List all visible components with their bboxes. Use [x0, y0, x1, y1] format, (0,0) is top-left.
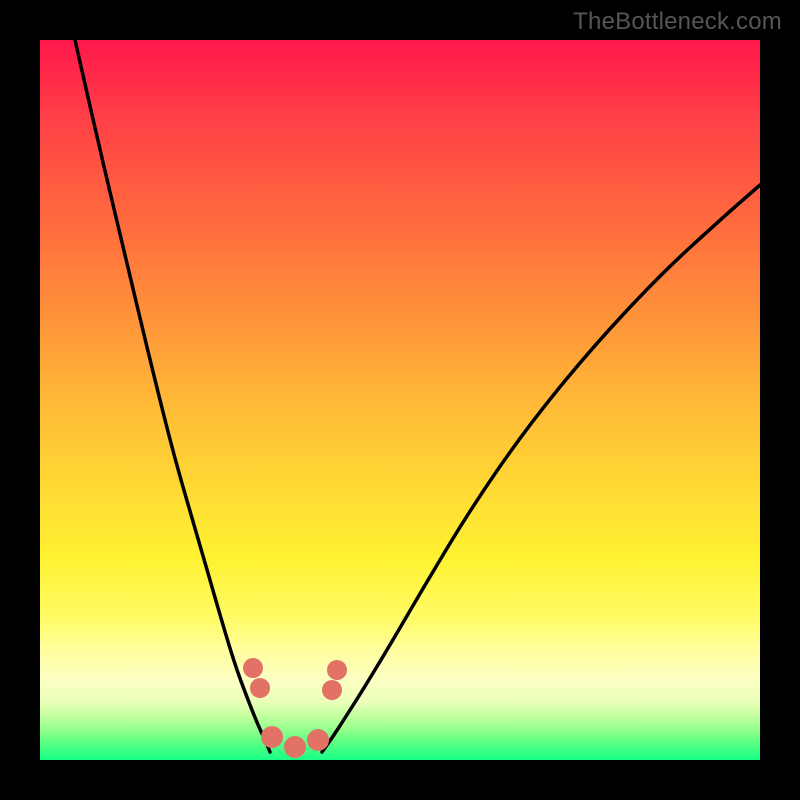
- chart-frame: TheBottleneck.com: [0, 0, 800, 800]
- marker-group: [243, 658, 347, 758]
- marker-right-lower: [322, 680, 342, 700]
- marker-left-lower: [250, 678, 270, 698]
- curve-right: [322, 185, 760, 752]
- curve-left: [75, 40, 270, 752]
- marker-bottom-mid: [284, 736, 306, 758]
- marker-left-foot: [261, 726, 283, 748]
- curve-layer: [40, 40, 760, 760]
- marker-right-upper: [327, 660, 347, 680]
- marker-right-foot: [307, 729, 329, 751]
- marker-left-upper: [243, 658, 263, 678]
- plot-area: [40, 40, 760, 760]
- watermark-label: TheBottleneck.com: [573, 8, 782, 36]
